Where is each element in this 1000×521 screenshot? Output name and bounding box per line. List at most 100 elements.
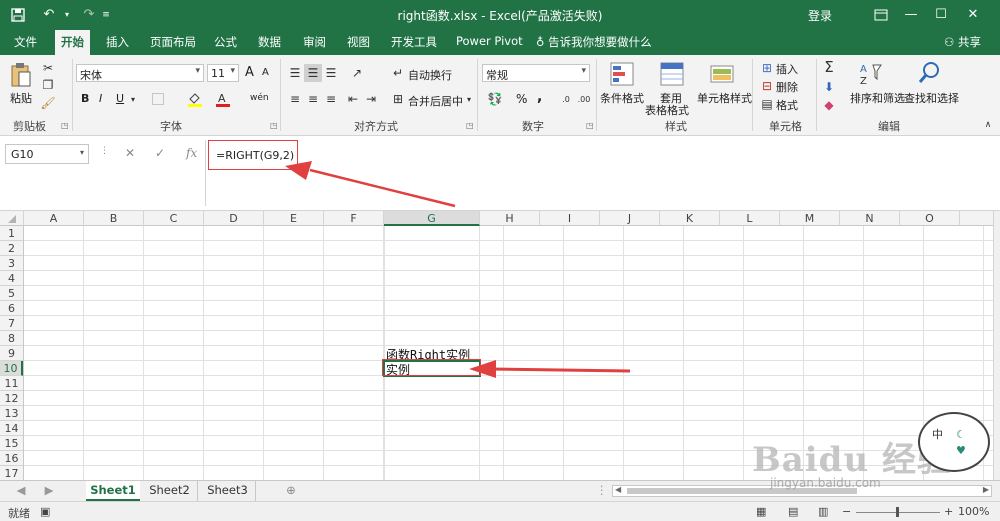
save-icon[interactable]	[8, 0, 28, 29]
column-header-c[interactable]: C	[144, 211, 204, 226]
tab-power-pivot[interactable]: Power Pivot	[456, 34, 523, 48]
zoom-out-icon[interactable]: −	[842, 505, 851, 518]
paste-button[interactable]: 粘贴	[10, 90, 32, 106]
column-header-f[interactable]: F	[324, 211, 384, 226]
share-button[interactable]: ⚇ 共享	[944, 34, 981, 50]
row-header[interactable]: 4	[0, 271, 23, 286]
close-icon[interactable]: ✕	[958, 0, 988, 29]
column-header-i[interactable]: I	[540, 211, 600, 226]
column-header-j[interactable]: J	[600, 211, 660, 226]
tab-file[interactable]: 文件	[14, 34, 37, 50]
font-launcher-icon[interactable]: ◳	[270, 121, 278, 130]
font-name-combo[interactable]: 宋体 ▾	[76, 64, 204, 82]
column-header-o[interactable]: O	[900, 211, 960, 226]
zoom-slider-thumb[interactable]	[896, 507, 899, 517]
cell-grid[interactable]: 函数Right实例 实例	[24, 226, 993, 480]
normal-view-icon[interactable]: ▦	[756, 505, 766, 518]
row-header[interactable]: 7	[0, 316, 23, 331]
row-header[interactable]: 9	[0, 346, 23, 361]
align-center-icon[interactable]: ≡	[304, 90, 322, 108]
currency-icon[interactable]: 💱	[484, 90, 506, 108]
fill-color-icon[interactable]	[186, 90, 204, 108]
phonetic-button[interactable]: wén	[250, 93, 269, 103]
border-icon[interactable]	[150, 91, 166, 107]
tab-page-layout[interactable]: 页面布局	[150, 34, 196, 50]
formula-input[interactable]: =RIGHT(G9,2)	[208, 140, 298, 170]
scroll-left-icon[interactable]: ◀	[615, 485, 621, 494]
tell-me-box[interactable]: ♁ 告诉我你想要做什么	[536, 34, 652, 50]
ribbon-display-icon[interactable]	[866, 0, 896, 29]
name-box[interactable]: G10 ▾	[5, 144, 89, 164]
row-header[interactable]: 3	[0, 256, 23, 271]
format-cells-button[interactable]: 格式	[776, 97, 798, 113]
tab-insert[interactable]: 插入	[106, 34, 129, 50]
sheet-tab-2[interactable]: Sheet2	[142, 481, 198, 501]
row-header[interactable]: 17	[0, 466, 23, 481]
number-launcher-icon[interactable]: ◳	[586, 121, 594, 130]
sheet-tab-3[interactable]: Sheet3	[200, 481, 256, 501]
delete-cells-button[interactable]: 删除	[776, 79, 798, 95]
clipboard-launcher-icon[interactable]: ◳	[61, 121, 69, 130]
bold-button[interactable]: B	[81, 92, 89, 105]
tab-developer[interactable]: 开发工具	[391, 34, 437, 50]
row-header[interactable]: 8	[0, 331, 23, 346]
align-left-icon[interactable]: ≡	[286, 90, 304, 108]
cut-icon[interactable]: ✂	[40, 60, 56, 76]
column-header-n[interactable]: N	[840, 211, 900, 226]
chevron-down-icon[interactable]: ▾	[464, 93, 474, 105]
cancel-icon[interactable]: ✕	[125, 146, 135, 160]
row-header[interactable]: 6	[0, 301, 23, 316]
row-header-selected[interactable]: 10	[0, 361, 23, 376]
align-bottom-icon[interactable]: ☰	[322, 64, 340, 82]
scroll-thumb[interactable]	[627, 488, 857, 494]
row-header[interactable]: 1	[0, 226, 23, 241]
tab-home[interactable]: 开始	[55, 30, 90, 55]
align-middle-icon[interactable]: ☰	[304, 64, 322, 82]
merge-center-button[interactable]: 合并后居中	[408, 93, 463, 109]
fill-icon[interactable]: ⬇	[820, 78, 838, 96]
next-sheet-icon[interactable]: ▶	[42, 481, 56, 501]
number-format-combo[interactable]: 常规 ▾	[482, 64, 590, 82]
column-header-a[interactable]: A	[24, 211, 84, 226]
increase-indent-icon[interactable]: ⇥	[362, 90, 380, 108]
format-table-line2[interactable]: 表格格式	[645, 102, 689, 118]
row-header[interactable]: 16	[0, 451, 23, 466]
decrease-indent-icon[interactable]: ⇤	[344, 90, 362, 108]
zoom-in-icon[interactable]: +	[944, 505, 953, 518]
row-header[interactable]: 15	[0, 436, 23, 451]
tab-data[interactable]: 数据	[258, 34, 281, 50]
clear-icon[interactable]: ◆	[820, 96, 838, 114]
alignment-launcher-icon[interactable]: ◳	[466, 121, 474, 130]
copy-icon[interactable]: ❐	[40, 77, 56, 93]
find-select-button[interactable]: 查找和选择	[904, 90, 959, 106]
insert-cells-button[interactable]: 插入	[776, 61, 798, 77]
column-header-k[interactable]: K	[660, 211, 720, 226]
macro-record-icon[interactable]: ▣	[40, 505, 50, 518]
row-header[interactable]: 5	[0, 286, 23, 301]
customize-icon[interactable]: ≡	[100, 0, 112, 29]
cell-styles-button[interactable]: 单元格样式	[697, 90, 752, 106]
row-header[interactable]: 14	[0, 421, 23, 436]
enter-icon[interactable]: ✓	[155, 146, 165, 160]
autosum-icon[interactable]: Σ	[820, 58, 838, 76]
login-link[interactable]: 登录	[808, 7, 832, 24]
row-header[interactable]: 12	[0, 391, 23, 406]
align-top-icon[interactable]: ☰	[286, 64, 304, 82]
vertical-scrollbar[interactable]	[993, 211, 1000, 480]
tab-view[interactable]: 视图	[347, 34, 370, 50]
italic-button[interactable]: I	[99, 92, 102, 105]
scroll-right-icon[interactable]: ▶	[983, 485, 989, 494]
font-color-icon[interactable]: A	[214, 90, 232, 108]
wrap-text-button[interactable]: 自动换行	[408, 67, 452, 83]
format-painter-icon[interactable]: 🖌	[40, 95, 56, 111]
column-header-b[interactable]: B	[84, 211, 144, 226]
row-header[interactable]: 13	[0, 406, 23, 421]
underline-button[interactable]: U	[116, 92, 124, 105]
comma-button[interactable]: ,	[537, 89, 542, 105]
percent-button[interactable]: %	[516, 92, 527, 106]
zoom-level[interactable]: 100%	[958, 505, 989, 518]
increase-decimal-icon[interactable]: .0	[558, 90, 574, 108]
font-size-combo[interactable]: 11 ▾	[207, 64, 239, 82]
undo-dropdown-icon[interactable]: ▾	[62, 0, 72, 29]
maximize-icon[interactable]: ☐	[926, 0, 956, 29]
